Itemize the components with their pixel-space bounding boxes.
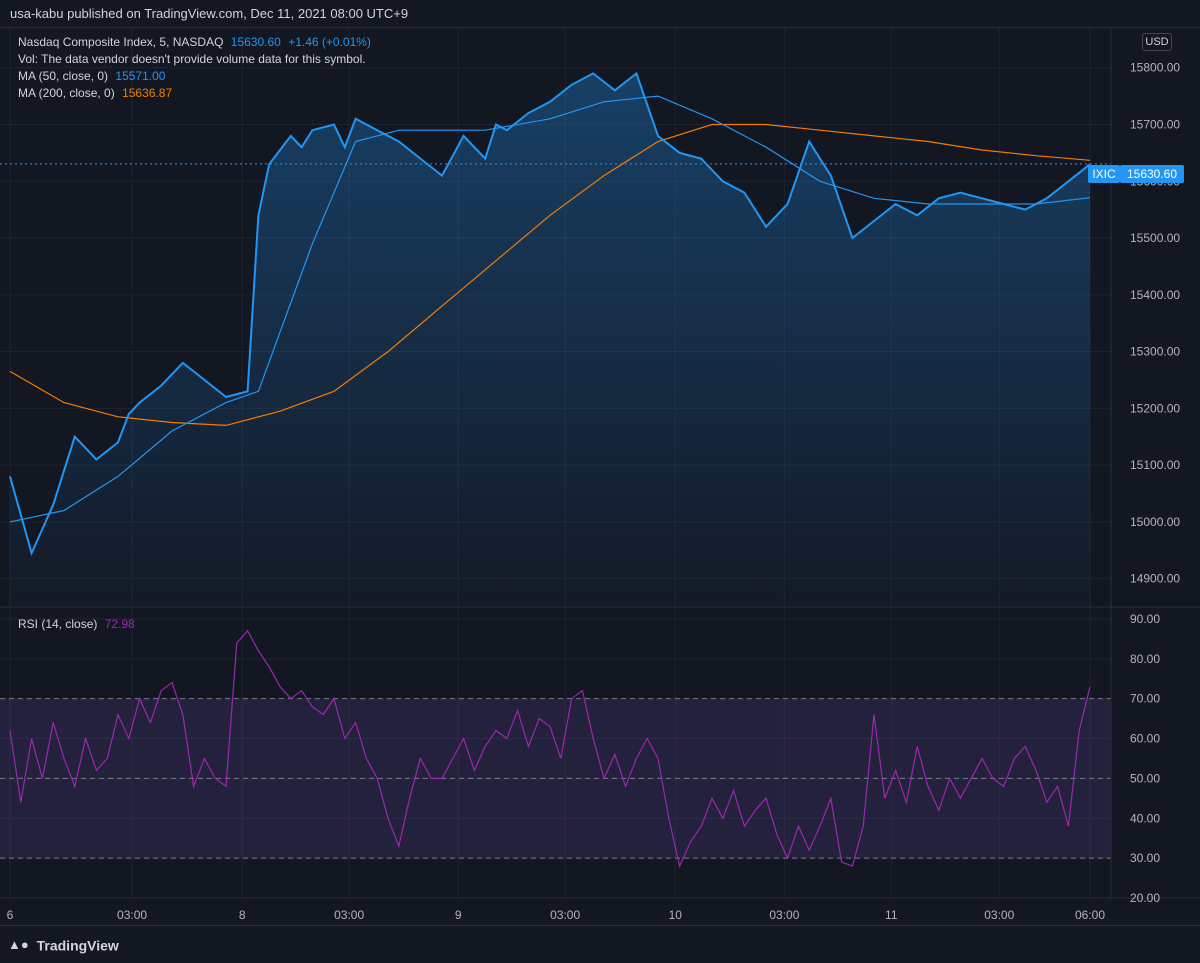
price-tick-label: 15500.00	[1130, 231, 1180, 245]
price-tick-label: 15200.00	[1130, 401, 1180, 415]
legend-volume-note: Vol: The data vendor doesn't provide vol…	[18, 52, 366, 66]
published-text: usa-kabu published on TradingView.com, D…	[10, 6, 409, 21]
time-tick-label: 03:00	[769, 908, 799, 922]
legend-volume-row[interactable]: Vol: The data vendor doesn't provide vol…	[18, 52, 366, 66]
footer-brand[interactable]: TradingView	[37, 937, 119, 953]
price-tick-label: 15000.00	[1130, 515, 1180, 529]
rsi-tick-label: 70.00	[1130, 692, 1160, 706]
chart-canvas[interactable]: 15800.0015700.0015600.0015500.0015400.00…	[0, 28, 1200, 925]
published-header: usa-kabu published on TradingView.com, D…	[0, 0, 1200, 28]
time-tick-label: 10	[669, 908, 683, 922]
rsi-tick-label: 20.00	[1130, 891, 1160, 905]
legend-rsi-label: RSI (14, close)	[18, 617, 98, 631]
rsi-tick-label: 30.00	[1130, 851, 1160, 865]
time-tick-label: 06:00	[1075, 908, 1105, 922]
price-area-fill	[10, 73, 1090, 607]
price-tag: IXIC 15630.60	[1088, 165, 1184, 183]
price-tick-label: 15800.00	[1130, 61, 1180, 75]
legend-ma200-label: MA (200, close, 0)	[18, 86, 115, 100]
legend-rsi-row[interactable]: RSI (14, close) 72.98	[18, 617, 135, 631]
time-axis[interactable]: 6 03:00 8 03:00 9 03:00 10 03:00 11 03:00 06:00	[7, 908, 1106, 922]
legend-ma200-value: 15636.87	[122, 86, 173, 100]
legend-ma200-row[interactable]: MA (200, close, 0) 15636.87	[18, 86, 172, 100]
legend-rsi-value: 72.98	[104, 617, 135, 631]
legend-ma50-label: MA (50, close, 0)	[18, 69, 109, 83]
time-tick-label: 03:00	[984, 908, 1014, 922]
legend-change: +1.46 (+0.01%)	[288, 35, 371, 49]
time-tick-label: 8	[239, 908, 246, 922]
price-tick-label: 15100.00	[1130, 458, 1180, 472]
rsi-tick-label: 50.00	[1130, 771, 1160, 785]
rsi-axis[interactable]: 90.00 80.00 70.00 60.00 50.00 40.00 30.00 20.00	[1130, 612, 1160, 905]
time-tick-label: 9	[455, 908, 462, 922]
rsi-tick-label: 60.00	[1130, 732, 1160, 746]
rsi-tick-label: 40.00	[1130, 811, 1160, 825]
time-tick-label: 03:00	[117, 908, 147, 922]
time-tick-label: 6	[7, 908, 14, 922]
price-axis[interactable]: 15800.0015700.0015600.0015500.0015400.00…	[1130, 61, 1180, 586]
price-tick-label: 15300.00	[1130, 345, 1180, 359]
footer: ▲● TradingView	[0, 925, 1200, 961]
currency-button[interactable]: USD	[1142, 33, 1172, 51]
price-tag-value: 15630.60	[1127, 167, 1177, 181]
price-tick-label: 15400.00	[1130, 288, 1180, 302]
legend-symbol: Nasdaq Composite Index, 5, NASDAQ	[18, 35, 224, 49]
legend-ma50-row[interactable]: MA (50, close, 0) 15571.00	[18, 69, 165, 83]
price-tag-symbol: IXIC	[1092, 167, 1116, 181]
legend-ma50-value: 15571.00	[115, 69, 166, 83]
price-tick-label: 15700.00	[1130, 118, 1180, 132]
time-tick-label: 03:00	[550, 908, 580, 922]
time-tick-label: 11	[885, 908, 898, 922]
price-tick-label: 14900.00	[1130, 572, 1180, 586]
time-tick-label: 03:00	[334, 908, 364, 922]
legend-symbol-row[interactable]: Nasdaq Composite Index, 5, NASDAQ 15630.…	[18, 35, 371, 49]
rsi-tick-label: 80.00	[1130, 652, 1160, 666]
rsi-tick-label: 90.00	[1130, 612, 1160, 626]
legend-price: 15630.60	[230, 35, 281, 49]
tradingview-logo-icon[interactable]: ▲●	[8, 937, 29, 952]
